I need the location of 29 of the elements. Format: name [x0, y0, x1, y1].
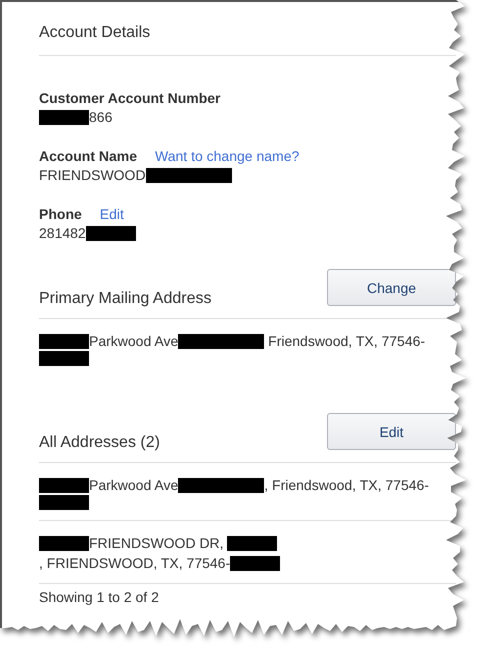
redaction-bar — [39, 334, 89, 348]
link[interactable]: Want to change name? — [155, 148, 300, 165]
redaction-bar — [39, 495, 89, 510]
address-text: Friendswood, TX, 77546- — [267, 332, 426, 351]
redaction-bar — [230, 556, 280, 570]
redaction-bar — [227, 536, 278, 550]
address-text: Parkwood Ave — [89, 332, 178, 351]
pagination-text: Showing 1 to 2 of 2 — [39, 588, 160, 605]
address-text: FRIENDSWOOD DR, — [89, 534, 225, 553]
field-value: 866 — [89, 108, 112, 127]
field-label: Phone — [39, 206, 82, 223]
redaction-bar — [86, 226, 136, 240]
link[interactable]: Edit — [100, 206, 124, 223]
redaction-bar — [39, 351, 89, 366]
address-text: , Friendswood, TX, 77546- — [264, 476, 429, 495]
field-value: FRIENDSWOOD — [39, 166, 146, 185]
field-label: Account Name — [39, 148, 138, 165]
section-heading: Primary Mailing Address — [39, 290, 212, 308]
field-label: Customer Account Number — [39, 90, 221, 107]
address-text: Parkwood Ave — [89, 476, 178, 495]
section-heading: All Addresses (2) — [39, 434, 160, 452]
field-value: 281482 — [39, 224, 86, 243]
redaction-bar — [39, 478, 89, 492]
action-button[interactable]: Edit — [327, 413, 456, 450]
address-text: , FRIENDSWOOD, TX, 77546- — [39, 554, 230, 573]
section-title: Account Details — [39, 23, 152, 43]
redaction-bar — [39, 110, 89, 124]
action-button[interactable]: Change — [327, 269, 456, 306]
redaction-bar — [39, 536, 89, 550]
